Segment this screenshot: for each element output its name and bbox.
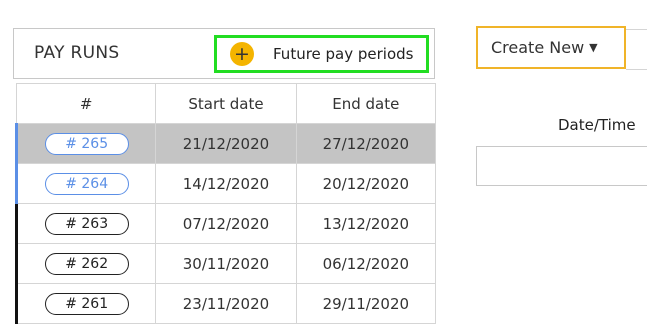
start-date-cell: 23/11/2020 (155, 283, 297, 324)
table-row[interactable]: # 263 07/12/2020 13/12/2020 (14, 203, 437, 244)
divider (626, 29, 647, 30)
column-header-number: # (15, 83, 157, 124)
run-number-cell: # 261 (14, 283, 157, 324)
start-date-cell: 21/12/2020 (155, 123, 297, 164)
run-number-pill[interactable]: # 265 (44, 132, 129, 155)
table-row[interactable]: # 261 23/11/2020 29/11/2020 (14, 283, 437, 324)
table-row[interactable]: # 262 30/11/2020 06/12/2020 (14, 243, 437, 284)
run-number-pill[interactable]: # 263 (44, 212, 129, 235)
table-row[interactable]: # 265 21/12/2020 27/12/2020 (14, 123, 437, 164)
page: PAY RUNS + Future pay periods # Start da… (0, 0, 647, 333)
future-pay-periods-label: Future pay periods (273, 45, 414, 63)
plus-circle-icon: + (230, 42, 254, 66)
date-time-input[interactable] (476, 146, 647, 186)
date-time-label: Date/Time (558, 116, 636, 134)
run-number-cell: # 265 (14, 123, 157, 164)
end-date-cell: 13/12/2020 (295, 203, 437, 244)
end-date-cell: 06/12/2020 (295, 243, 437, 284)
end-date-cell: 29/11/2020 (295, 283, 437, 324)
caret-down-icon: ▼ (589, 41, 598, 54)
run-number-cell: # 262 (14, 243, 157, 284)
future-pay-periods-button[interactable]: + Future pay periods (214, 35, 429, 73)
run-number-cell: # 264 (14, 163, 157, 204)
create-new-button[interactable]: Create New ▼ (476, 26, 626, 69)
start-date-cell: 14/12/2020 (155, 163, 297, 204)
start-date-cell: 30/11/2020 (155, 243, 297, 284)
run-number-pill[interactable]: # 262 (44, 252, 129, 275)
end-date-cell: 27/12/2020 (295, 123, 437, 164)
column-header-start-date: Start date (155, 83, 297, 124)
run-number-cell: # 263 (14, 203, 157, 244)
run-number-pill[interactable]: # 264 (44, 172, 129, 195)
end-date-cell: 20/12/2020 (295, 163, 437, 204)
column-header-end-date: End date (295, 83, 437, 124)
run-number-pill[interactable]: # 261 (44, 292, 129, 315)
pay-runs-table: # Start date End date # 265 21/12/2020 2… (14, 83, 437, 324)
pay-runs-title: PAY RUNS (34, 43, 120, 63)
divider (626, 69, 647, 70)
table-header-row: # Start date End date (15, 83, 437, 124)
create-new-label: Create New (491, 38, 585, 57)
start-date-cell: 07/12/2020 (155, 203, 297, 244)
pay-runs-header: PAY RUNS + Future pay periods (13, 28, 435, 79)
table-row[interactable]: # 264 14/12/2020 20/12/2020 (14, 163, 437, 204)
